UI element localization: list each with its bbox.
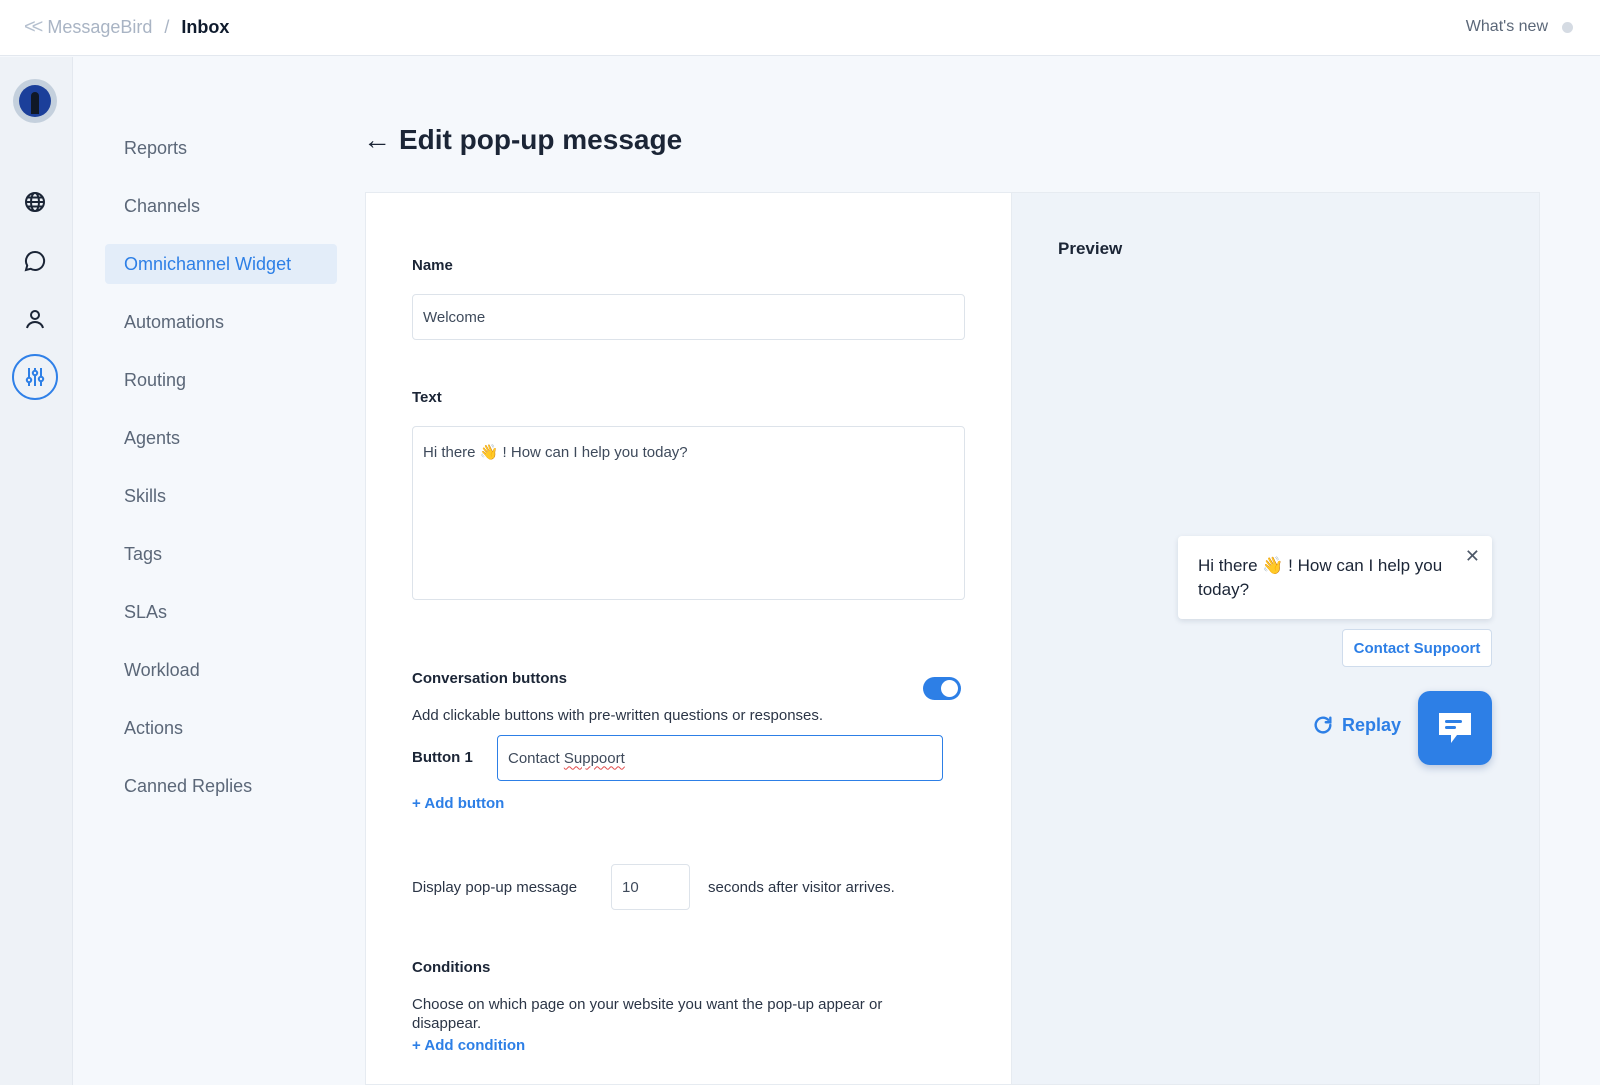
popup-bubble-text: Hi there 👋 ! How can I help you today? <box>1198 556 1443 599</box>
button-1-input[interactable]: Contact Suppoort <box>497 735 943 781</box>
sliders-icon[interactable] <box>12 354 58 400</box>
display-prefix: Display pop-up message <box>412 879 578 896</box>
nav-item-skills[interactable]: Skills <box>105 476 337 516</box>
globe-icon[interactable] <box>17 184 53 220</box>
nav-item-agents[interactable]: Agents <box>105 418 337 458</box>
close-icon[interactable]: ✕ <box>1465 544 1480 568</box>
breadcrumb-separator: / <box>164 17 170 37</box>
whats-new-button[interactable]: What's new <box>1466 18 1573 36</box>
settings-nav: Reports Channels Omnichannel Widget Auto… <box>105 128 337 824</box>
nav-item-reports[interactable]: Reports <box>105 128 337 168</box>
breadcrumb-app[interactable]: MessageBird <box>47 17 152 38</box>
nav-item-tags[interactable]: Tags <box>105 534 337 574</box>
nav-item-routing[interactable]: Routing <box>105 360 337 400</box>
nav-item-slas[interactable]: SLAs <box>105 592 337 632</box>
whats-new-label: What's new <box>1465 18 1548 35</box>
avatar[interactable] <box>13 79 57 123</box>
top-bar: << MessageBird / Inbox What's new <box>0 0 1600 56</box>
page-title: Edit pop-up message <box>399 124 683 155</box>
name-label: Name <box>412 257 453 274</box>
contact-support-button[interactable]: Contact Suppoort <box>1342 629 1492 667</box>
name-input[interactable]: Welcome <box>412 294 965 340</box>
conversation-buttons-toggle[interactable] <box>923 677 961 700</box>
refresh-icon <box>1314 716 1332 734</box>
back-arrow-icon[interactable]: ← <box>363 124 391 156</box>
popup-bubble: Hi there 👋 ! How can I help you today? ✕ <box>1178 536 1492 619</box>
breadcrumb: << MessageBird / Inbox <box>24 16 229 39</box>
display-suffix: seconds after visitor arrives. <box>708 879 895 896</box>
replay-label: Replay <box>1342 714 1402 735</box>
text-label: Text <box>412 389 442 406</box>
chat-launcher-button[interactable] <box>1418 691 1492 765</box>
preview-panel: Preview Hi there 👋 ! How can I help you … <box>1011 192 1540 1085</box>
nav-item-omnichannel-widget[interactable]: Omnichannel Widget <box>105 244 337 284</box>
icon-rail <box>0 57 73 1085</box>
replay-button[interactable]: Replay <box>1312 714 1401 736</box>
button-1-text: Contact <box>508 749 564 767</box>
button-1-misspelled-word: Suppoort <box>563 749 625 767</box>
chat-bubble-icon <box>1439 713 1471 743</box>
double-chevron-left-icon[interactable]: << <box>24 16 43 39</box>
preview-title: Preview <box>1058 239 1123 258</box>
add-condition-link[interactable]: + Add condition <box>412 1037 525 1054</box>
nav-item-canned-replies[interactable]: Canned Replies <box>105 766 337 806</box>
conditions-help: Choose on which page on your website you… <box>412 996 883 1032</box>
conversation-buttons-label: Conversation buttons <box>412 670 568 687</box>
nav-item-actions[interactable]: Actions <box>105 708 337 748</box>
add-button-link[interactable]: + Add button <box>412 795 504 812</box>
nav-item-workload[interactable]: Workload <box>105 650 337 690</box>
button-1-label: Button 1 <box>412 749 473 766</box>
form-card: Name Welcome Text Hi there 👋 ! How can I… <box>365 192 1011 1085</box>
conditions-label: Conditions <box>412 959 491 976</box>
page-title-row: ← Edit pop-up message <box>363 124 682 156</box>
notification-dot-icon <box>1562 21 1573 33</box>
chat-icon[interactable] <box>17 243 53 279</box>
breadcrumb-current: Inbox <box>181 17 230 37</box>
conversation-buttons-help: Add clickable buttons with pre-written q… <box>412 707 824 724</box>
user-icon[interactable] <box>17 301 53 337</box>
text-textarea[interactable]: Hi there 👋 ! How can I help you today? <box>412 426 965 600</box>
nav-item-channels[interactable]: Channels <box>105 186 337 226</box>
display-seconds-input[interactable]: 10 <box>611 864 690 910</box>
nav-item-automations[interactable]: Automations <box>105 302 337 342</box>
